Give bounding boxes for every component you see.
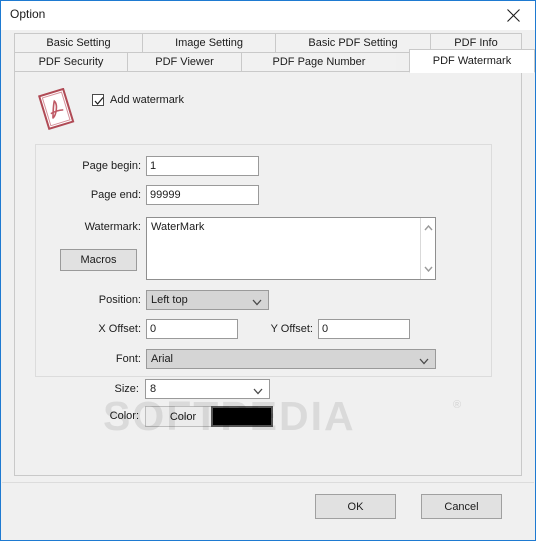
macros-button-label: Macros <box>80 254 117 266</box>
close-icon <box>507 9 520 22</box>
page-end-input[interactable]: 99999 <box>146 185 259 205</box>
chevron-down-icon <box>253 386 263 398</box>
position-value: Left top <box>151 294 188 306</box>
macros-button[interactable]: Macros <box>60 249 137 271</box>
tab-row-2: PDF Security PDF Viewer PDF Page Number … <box>14 49 535 73</box>
tab-pdf-security[interactable]: PDF Security <box>14 52 127 72</box>
tab-image-setting[interactable]: Image Setting <box>142 33 275 53</box>
scroll-down-icon[interactable] <box>421 261 436 277</box>
font-value: Arial <box>151 353 174 365</box>
tab-label: PDF Watermark <box>432 55 512 67</box>
tab-label: Image Setting <box>175 37 243 49</box>
size-label: Size: <box>114 383 139 395</box>
tab-strip: Basic Setting Image Setting Basic PDF Se… <box>1 30 535 73</box>
page-begin-label: Page begin: <box>82 160 141 172</box>
pdf-document-icon <box>33 87 79 132</box>
watermark-textarea-value: WaterMark <box>151 221 205 233</box>
tab-pdf-watermark[interactable]: PDF Watermark <box>409 49 535 73</box>
ok-button[interactable]: OK <box>315 494 396 519</box>
size-dropdown[interactable]: 8 <box>145 379 270 399</box>
y-offset-input[interactable]: 0 <box>318 319 410 339</box>
color-swatch[interactable] <box>211 406 273 427</box>
checkbox-box[interactable] <box>92 94 104 106</box>
color-button[interactable]: Color <box>145 406 221 427</box>
x-offset-input[interactable]: 0 <box>146 319 238 339</box>
tab-label: PDF Page Number <box>272 56 366 68</box>
tab-basic-setting[interactable]: Basic Setting <box>14 33 142 53</box>
chevron-down-icon <box>419 356 429 368</box>
cancel-button-label: Cancel <box>444 500 479 513</box>
size-value: 8 <box>150 383 157 395</box>
y-offset-label: Y Offset: <box>270 323 313 335</box>
option-dialog-window: Option Basic Setting Image Setting Basic… <box>0 0 536 541</box>
tab-label: Basic Setting <box>46 37 111 49</box>
tab-label: PDF Viewer <box>155 56 214 68</box>
font-label: Font: <box>115 353 141 365</box>
watermark-scrollbar[interactable] <box>420 218 435 279</box>
page-begin-input[interactable]: 1 <box>146 156 259 176</box>
color-label: Color: <box>109 410 139 422</box>
watermark-label: Watermark: <box>84 221 141 233</box>
color-button-label: Color <box>169 410 197 423</box>
checkmark-icon <box>94 97 104 105</box>
pdf-watermark-panel: Add watermark Page begin: 1 Page end: 99… <box>14 72 522 476</box>
add-watermark-label: Add watermark <box>110 94 184 106</box>
close-button[interactable] <box>491 1 535 30</box>
scroll-up-icon[interactable] <box>421 220 436 236</box>
title-bar: Option <box>1 1 535 30</box>
position-label: Position: <box>98 294 141 306</box>
window-title: Option <box>10 7 46 21</box>
chevron-down-icon <box>252 297 262 309</box>
tab-label: PDF Security <box>38 56 104 68</box>
add-watermark-checkbox[interactable]: Add watermark <box>92 94 184 106</box>
tab-label: PDF Info <box>454 37 498 49</box>
page-end-label: Page end: <box>90 189 141 201</box>
cancel-button[interactable]: Cancel <box>421 494 502 519</box>
tab-pdf-page-number[interactable]: PDF Page Number <box>241 52 396 72</box>
watermark-textarea[interactable]: WaterMark <box>146 217 436 280</box>
position-dropdown[interactable]: Left top <box>146 290 269 310</box>
ok-button-label: OK <box>347 500 364 513</box>
watermark-settings-group: Page begin: 1 Page end: 99999 Watermark:… <box>35 144 492 377</box>
footer-separator <box>2 482 534 483</box>
font-dropdown[interactable]: Arial <box>146 349 436 369</box>
tab-basic-pdf-setting[interactable]: Basic PDF Setting <box>275 33 430 53</box>
x-offset-label: X Offset: <box>98 323 141 335</box>
tab-label: Basic PDF Setting <box>308 37 398 49</box>
tab-pdf-viewer[interactable]: PDF Viewer <box>127 52 241 72</box>
